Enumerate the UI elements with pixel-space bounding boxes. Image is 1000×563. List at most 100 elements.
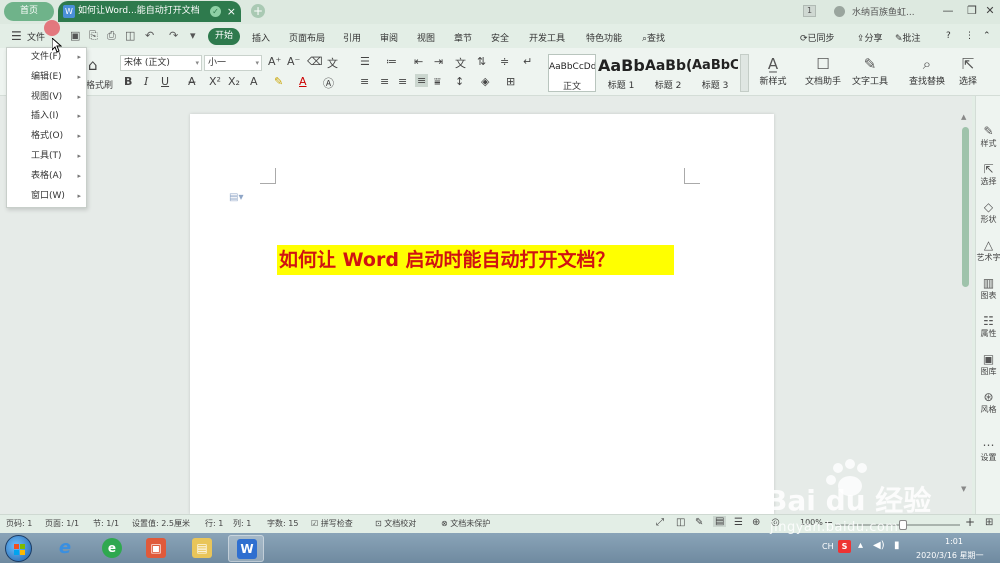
- borders-icon[interactable]: ⊞: [506, 75, 515, 88]
- strikethrough-icon[interactable]: A̶: [188, 75, 196, 88]
- vertical-scrollbar[interactable]: ▲ ▼: [961, 113, 970, 493]
- taskbar-presentation[interactable]: ▣: [138, 535, 174, 562]
- numbering-icon[interactable]: ≔: [386, 55, 397, 68]
- tab-document[interactable]: W 如何让Word...能自动打开文档 ✓ ×: [58, 1, 241, 22]
- style-heading-1[interactable]: AaBb 标题 1: [598, 54, 644, 92]
- doc-check-button[interactable]: ⊡ 文档校对: [375, 518, 416, 529]
- window-count-badge[interactable]: 1: [803, 5, 816, 17]
- sync-button[interactable]: ⟳已同步: [800, 31, 835, 44]
- align-center-icon[interactable]: ≡: [380, 75, 389, 88]
- customize-quick-access-icon[interactable]: ▾: [190, 29, 196, 42]
- page-view-icon[interactable]: ▤: [713, 516, 727, 527]
- bold-icon[interactable]: B: [124, 75, 132, 88]
- side-properties[interactable]: ☷ 属性: [976, 314, 1000, 339]
- decrease-indent-icon[interactable]: ⇤: [414, 55, 423, 68]
- scrollbar-thumb[interactable]: [962, 127, 969, 287]
- side-wordart[interactable]: △ 艺术字: [976, 238, 1000, 263]
- save-icon[interactable]: ▣: [70, 29, 80, 42]
- outline-view-icon[interactable]: ☰: [734, 517, 743, 528]
- align-right-icon[interactable]: ≡: [398, 75, 407, 88]
- document-page[interactable]: ▤▾ 如何让 Word 启动时能自动打开文档？: [190, 114, 774, 514]
- close-tab-icon[interactable]: ×: [227, 1, 236, 22]
- close-window-button[interactable]: ✕: [980, 2, 1000, 20]
- ime-indicator[interactable]: CH: [822, 542, 834, 551]
- comment-button[interactable]: ✎批注: [895, 31, 921, 44]
- distribute-icon[interactable]: ⩸: [434, 75, 441, 89]
- menu-item-format[interactable]: 格式(O) ▸: [7, 127, 86, 147]
- superscript-icon[interactable]: X²: [209, 75, 221, 88]
- help-button[interactable]: ?: [946, 31, 951, 41]
- edit-mode-icon[interactable]: ✎: [695, 517, 703, 528]
- clock-date[interactable]: 2020/3/16 星期一: [916, 550, 984, 561]
- spell-check-button[interactable]: ☑ 拼写检查: [311, 518, 353, 529]
- text-tools-button[interactable]: ✎ 文字工具: [848, 54, 892, 87]
- scroll-up-icon[interactable]: ▲: [961, 113, 966, 121]
- clear-format-icon[interactable]: ⌫: [307, 55, 323, 68]
- side-shapes[interactable]: ◇ 形状: [976, 200, 1000, 225]
- menu-item-tools[interactable]: 工具(T) ▸: [7, 147, 86, 167]
- style-heading-2[interactable]: AaBb( 标题 2: [645, 54, 691, 92]
- doc-assistant-button[interactable]: ☐ 文档助手: [804, 54, 842, 87]
- print-preview-icon[interactable]: ◫: [125, 29, 135, 42]
- chinese-layout-icon[interactable]: 文: [455, 55, 466, 71]
- side-settings[interactable]: ⋯ 设置: [976, 438, 1000, 463]
- menu-item-file[interactable]: 文件(F) ▸: [7, 48, 86, 68]
- tab-view[interactable]: 视图: [417, 31, 435, 44]
- show-marks-icon[interactable]: ≑: [500, 55, 509, 68]
- tab-security[interactable]: 安全: [491, 31, 509, 44]
- zoom-slider-knob[interactable]: [898, 520, 907, 530]
- phonetic-icon[interactable]: 文: [327, 55, 338, 71]
- taskbar-ie[interactable]: e: [47, 535, 83, 562]
- volume-icon[interactable]: ◀): [873, 540, 885, 551]
- font-size-select[interactable]: 小一 ▾: [204, 55, 262, 71]
- collapse-ribbon-icon[interactable]: ⌃: [983, 31, 991, 41]
- font-name-select[interactable]: 宋体 (正文) ▾: [120, 55, 202, 71]
- new-style-button[interactable]: A̲ 新样式: [754, 54, 792, 87]
- user-avatar[interactable]: [834, 6, 845, 17]
- print-icon[interactable]: ⎙: [107, 29, 116, 43]
- search-button[interactable]: ⌕查找: [642, 31, 665, 44]
- select-button[interactable]: ⇱ 选择: [953, 54, 983, 87]
- paragraph-options-icon[interactable]: ▤▾: [229, 192, 243, 203]
- align-left-icon[interactable]: ≡: [360, 75, 369, 88]
- new-tab-button[interactable]: +: [251, 4, 265, 18]
- web-view-icon[interactable]: ⊕: [752, 517, 760, 528]
- more-icon[interactable]: ⋮: [965, 31, 974, 41]
- menu-item-table[interactable]: 表格(A) ▸: [7, 167, 86, 187]
- increase-indent-icon[interactable]: ⇥: [434, 55, 443, 68]
- hamburger-menu-icon[interactable]: ☰: [11, 29, 22, 43]
- sort-icon[interactable]: ⇅: [477, 55, 486, 68]
- side-styles[interactable]: ✎ 样式: [976, 124, 1000, 149]
- undo-icon[interactable]: ↶: [145, 29, 154, 42]
- underline-icon[interactable]: U: [161, 75, 169, 88]
- paragraph-mark-icon[interactable]: ↵: [523, 55, 532, 68]
- zoom-in-icon[interactable]: +: [965, 515, 975, 529]
- tab-features[interactable]: 特色功能: [586, 31, 622, 44]
- menu-item-insert[interactable]: 插入(I) ▸: [7, 107, 86, 127]
- network-icon[interactable]: ▮: [894, 540, 900, 551]
- tab-insert[interactable]: 插入: [252, 31, 270, 44]
- taskbar-wps-writer[interactable]: W: [228, 535, 264, 562]
- char-shading-icon[interactable]: Ⓐ: [323, 75, 334, 91]
- share-button[interactable]: ⇪分享: [857, 31, 883, 44]
- italic-icon[interactable]: I: [144, 75, 148, 88]
- justify-icon[interactable]: ≡: [415, 74, 429, 87]
- shrink-font-icon[interactable]: A⁻: [287, 55, 300, 68]
- side-select[interactable]: ⇱ 选择: [976, 162, 1000, 187]
- restore-button[interactable]: ❐: [962, 2, 982, 20]
- file-menu-arrow-highlight[interactable]: [44, 20, 60, 36]
- tab-references[interactable]: 引用: [343, 31, 361, 44]
- tab-page-layout[interactable]: 页面布局: [289, 31, 325, 44]
- tab-home[interactable]: 首页: [4, 2, 54, 21]
- highlight-icon[interactable]: ✎: [274, 75, 283, 88]
- find-replace-button[interactable]: ⌕ 查找替换: [905, 54, 949, 87]
- font-color-icon[interactable]: A: [299, 75, 307, 88]
- side-chart[interactable]: ▥ 图表: [976, 276, 1000, 301]
- side-theme[interactable]: ⊛ 风格: [976, 390, 1000, 415]
- menu-item-view[interactable]: 视图(V) ▸: [7, 88, 86, 108]
- tab-start[interactable]: 开始: [208, 28, 240, 45]
- read-mode-icon[interactable]: ◫: [676, 517, 685, 528]
- protection-status[interactable]: ⊗ 文档未保护: [441, 518, 490, 529]
- tab-developer[interactable]: 开发工具: [529, 31, 565, 44]
- style-normal[interactable]: AaBbCcDd 正文: [548, 54, 596, 92]
